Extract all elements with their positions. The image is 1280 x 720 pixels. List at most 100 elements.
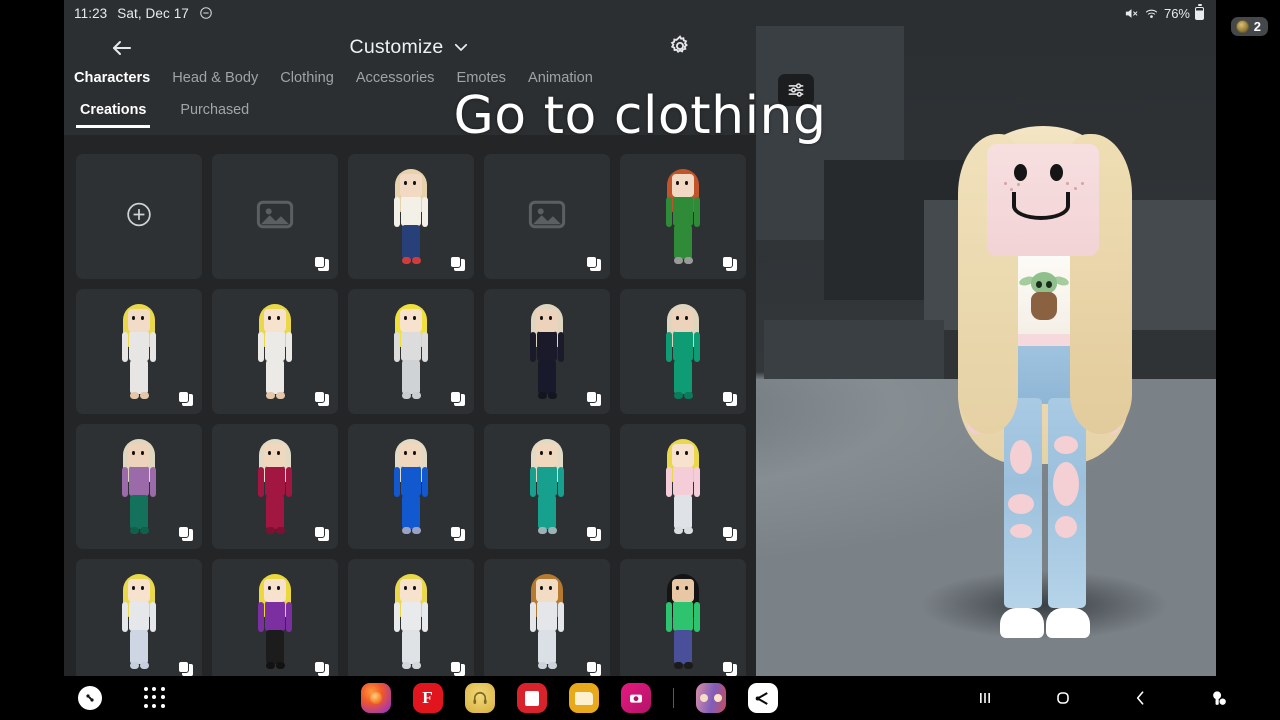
duplicate-icon[interactable] [586,526,601,541]
status-date: Sat, Dec 17 [117,5,189,21]
duplicate-icon[interactable] [178,391,193,406]
duplicate-icon[interactable] [722,661,737,676]
tab-head-body[interactable]: Head & Body [172,68,258,86]
character-cell[interactable] [212,289,338,414]
tab-emotes[interactable]: Emotes [456,68,505,86]
dock-divider [672,688,674,708]
screen-record-icon[interactable] [1206,685,1232,711]
character-cell[interactable] [620,289,746,414]
add-character-cell[interactable] [76,154,202,279]
character-cell[interactable] [484,559,610,676]
duplicate-icon[interactable] [178,526,193,541]
character-thumbnail [660,438,706,535]
character-thumbnail [660,573,706,670]
gear-icon[interactable] [668,34,694,60]
panel-title-group[interactable]: Customize [64,36,756,59]
grogu-icon [1018,272,1070,320]
duplicate-icon[interactable] [314,661,329,676]
battery-percent: 76% [1163,5,1190,21]
avatar-shoe-right [1046,608,1090,638]
back-icon[interactable] [1128,685,1154,711]
plus-circle-icon[interactable] [126,201,152,232]
character-thumbnail [388,168,434,265]
tab-clothing[interactable]: Clothing [280,68,334,86]
app-drawer-icon[interactable] [144,687,166,709]
character-thumbnail [388,438,434,535]
character-thumbnail [660,303,706,400]
duplicate-icon[interactable] [450,391,465,406]
system-navigation-bar: F [0,676,1280,720]
photo-collage-icon[interactable] [695,683,726,713]
character-cell[interactable] [76,289,202,414]
character-thumbnail [524,438,570,535]
avatar-shoe-left [1000,608,1044,638]
duplicate-icon[interactable] [586,256,601,271]
tab-accessories[interactable]: Accessories [356,68,435,86]
duplicate-icon[interactable] [450,661,465,676]
robux-coin-badge[interactable]: 2 [1230,17,1268,36]
tab-animation[interactable]: Animation [528,68,593,86]
chevron-down-icon[interactable] [452,38,470,56]
status-bar: 11:23 Sat, Dec 17 76% [64,0,1216,26]
character-cell-placeholder[interactable] [212,154,338,279]
files-folder-icon[interactable] [568,683,599,713]
tab-characters[interactable]: Characters [74,68,150,86]
duplicate-icon[interactable] [722,391,737,406]
duplicate-icon[interactable] [722,526,737,541]
character-cell[interactable] [76,424,202,549]
flipboard-icon[interactable]: F [412,683,443,713]
character-thumbnail [660,168,706,265]
sticky-note-icon[interactable] [516,683,547,713]
character-cell[interactable] [348,424,474,549]
character-grid[interactable] [64,144,756,676]
headphones-icon[interactable] [464,683,495,713]
character-cell[interactable] [212,424,338,549]
firefox-icon[interactable] [360,683,391,713]
android-nav-buttons[interactable] [972,685,1280,711]
character-cell[interactable] [348,289,474,414]
camera-app-icon[interactable] [620,683,651,713]
duplicate-icon[interactable] [722,256,737,271]
image-placeholder-icon [526,193,568,240]
character-cell[interactable] [348,559,474,676]
duplicate-icon[interactable] [314,256,329,271]
character-cell[interactable] [348,154,474,279]
character-thumbnail [524,573,570,670]
character-thumbnail [252,573,298,670]
status-time: 11:23 [74,5,108,21]
duplicate-icon[interactable] [314,391,329,406]
character-thumbnail [252,438,298,535]
character-cell[interactable] [620,559,746,676]
duplicate-icon[interactable] [586,661,601,676]
character-cell[interactable] [620,154,746,279]
app-dock[interactable]: F [360,683,778,713]
character-thumbnail [116,303,162,400]
duplicate-icon[interactable] [586,391,601,406]
recents-icon[interactable] [972,685,998,711]
duplicate-icon[interactable] [450,526,465,541]
do-not-disturb-icon [199,6,213,20]
duplicate-icon[interactable] [450,256,465,271]
panel-header: Customize [64,26,756,68]
home-icon[interactable] [1050,685,1076,711]
page-title: Customize [349,35,444,58]
avatar-leg-left [1004,398,1042,608]
duplicate-icon[interactable] [178,661,193,676]
video-caption: Go to clothing [453,86,827,146]
character-cell[interactable] [620,424,746,549]
character-cell[interactable] [484,424,610,549]
duplicate-icon[interactable] [314,526,329,541]
character-cell-placeholder[interactable] [484,154,610,279]
character-cell[interactable] [484,289,610,414]
character-thumbnail [252,303,298,400]
character-thumbnail [388,303,434,400]
capcut-icon[interactable] [747,683,778,713]
battery-icon [1195,4,1204,20]
character-cell[interactable] [76,559,202,676]
avatar-leg-right [1048,398,1086,608]
accessibility-assistant-icon[interactable] [78,686,102,710]
character-3d-preview[interactable] [924,120,1164,640]
character-cell[interactable] [212,559,338,676]
avatar-eye-left [1014,164,1027,181]
robux-count: 2 [1253,19,1261,34]
